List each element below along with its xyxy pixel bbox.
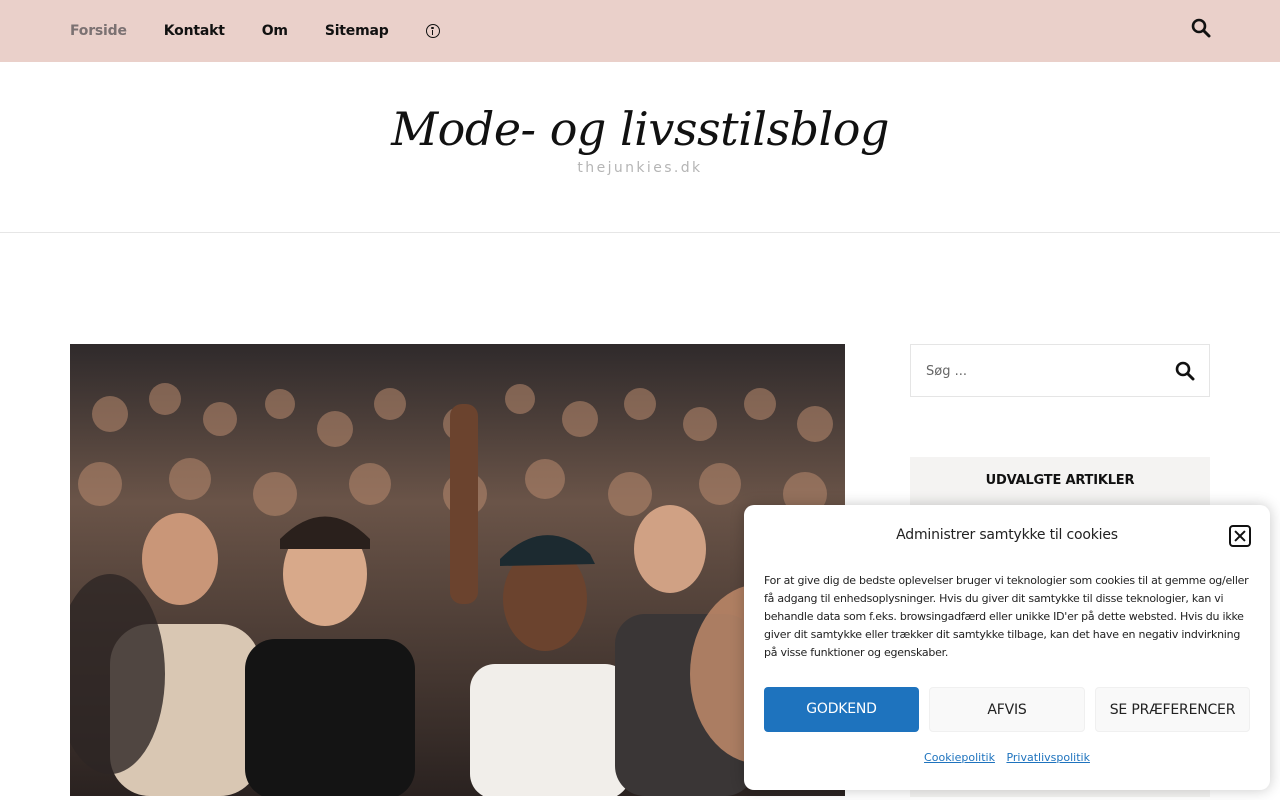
- cookie-links: Cookiepolitik Privatlivspolitik: [744, 751, 1270, 764]
- sidebar-search-input[interactable]: [926, 359, 1156, 383]
- main-menu: Forside Kontakt Om Sitemap: [70, 0, 440, 62]
- preferences-button[interactable]: SE PRÆFERENCER: [1095, 687, 1250, 732]
- cookie-dialog-title: Administrer samtykke til cookies: [896, 527, 1118, 543]
- close-icon[interactable]: [1229, 525, 1251, 547]
- cookie-consent-dialog: Administrer samtykke til cookies For at …: [744, 505, 1270, 790]
- nav-item-om[interactable]: Om: [262, 23, 288, 39]
- search-icon[interactable]: [1191, 18, 1211, 38]
- widget-title: UDVALGTE ARTIKLER: [985, 473, 1135, 488]
- accessibility-icon[interactable]: [425, 24, 440, 38]
- cookie-policy-link[interactable]: Cookiepolitik: [924, 751, 995, 764]
- site-tagline: thejunkies.dk: [577, 160, 703, 176]
- search-icon[interactable]: [1175, 361, 1195, 381]
- featured-image[interactable]: [70, 344, 845, 796]
- cookie-dialog-text: For at give dig de bedste oplevelser bru…: [764, 574, 1249, 659]
- site-title[interactable]: Mode- og livsstilsblog: [0, 102, 1280, 156]
- nav-item-forside[interactable]: Forside: [70, 23, 127, 39]
- concert-crowd-photo: [70, 344, 845, 796]
- top-navigation-bar: Forside Kontakt Om Sitemap: [0, 0, 1280, 62]
- nav-item-kontakt[interactable]: Kontakt: [164, 23, 225, 39]
- accept-button[interactable]: GODKEND: [764, 687, 919, 732]
- deny-button[interactable]: AFVIS: [929, 687, 1085, 732]
- site-header: Mode- og livsstilsblog thejunkies.dk: [0, 62, 1280, 233]
- sidebar-search-box: [910, 344, 1210, 397]
- privacy-policy-link[interactable]: Privatlivspolitik: [1006, 751, 1090, 764]
- nav-item-sitemap[interactable]: Sitemap: [325, 23, 389, 39]
